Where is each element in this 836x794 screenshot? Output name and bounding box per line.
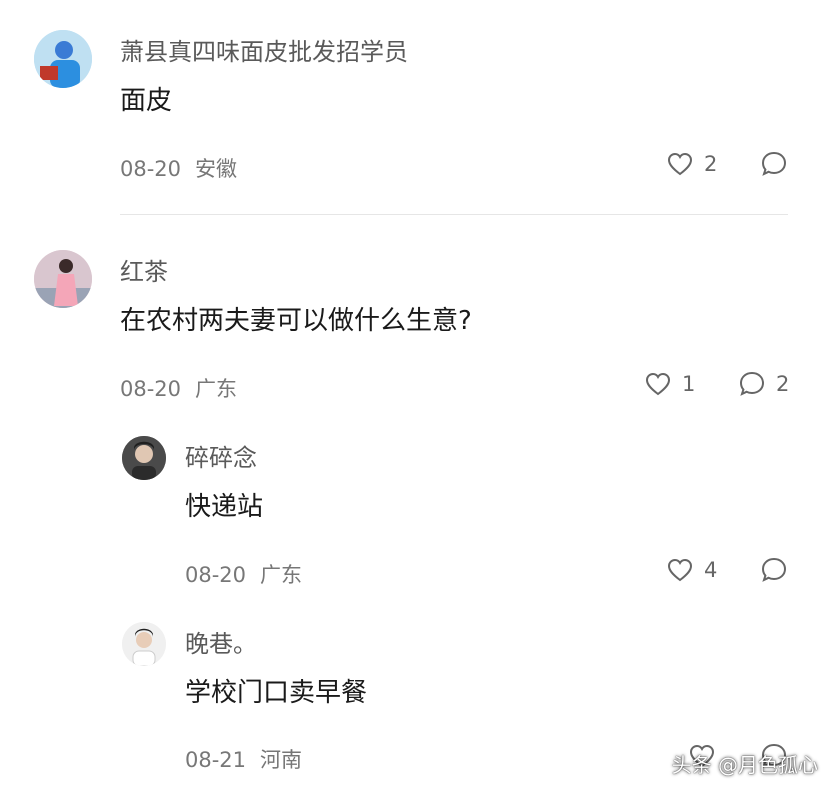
like-button[interactable]: 2: [666, 150, 717, 178]
avatar-person-icon: [34, 30, 92, 88]
avatar[interactable]: [34, 30, 92, 88]
like-count: 4: [704, 558, 718, 582]
comment-meta: 08-20 安徽: [120, 153, 237, 183]
reply-meta: 08-20 广东: [185, 559, 302, 589]
reply-count: 2: [776, 372, 790, 396]
reply-username[interactable]: 晚巷。: [185, 624, 257, 659]
comment-text: 面皮: [120, 86, 173, 116]
like-button[interactable]: 1: [644, 370, 695, 398]
reply-text: 学校门口卖早餐: [185, 678, 368, 708]
speech-bubble-icon: [761, 151, 787, 176]
like-button[interactable]: 4: [666, 556, 717, 584]
heart-outline-icon: [667, 152, 693, 176]
reply-button[interactable]: [760, 150, 798, 178]
avatar-person-icon: [122, 436, 166, 480]
heart-outline-icon: [667, 558, 693, 582]
comment-date: 08-20: [120, 157, 182, 181]
like-count: 1: [682, 372, 696, 396]
speech-bubble-icon: [739, 371, 765, 396]
reply-text: 快递站: [185, 492, 264, 522]
comment-date: 08-20: [120, 377, 182, 401]
comment-location: 广东: [195, 377, 238, 401]
avatar[interactable]: [122, 622, 166, 666]
divider: [120, 214, 788, 215]
reply-button[interactable]: [760, 556, 798, 584]
reply-location: 河南: [260, 748, 303, 772]
heart-outline-icon: [645, 372, 671, 396]
comment-text: 在农村两夫妻可以做什么生意?: [120, 306, 472, 336]
reply-username[interactable]: 碎碎念: [185, 438, 257, 473]
reply-date: 08-20: [185, 563, 247, 587]
avatar[interactable]: [34, 250, 92, 308]
speech-bubble-icon: [761, 557, 787, 582]
comment-username[interactable]: 红茶: [120, 252, 168, 287]
reply-location: 广东: [260, 563, 303, 587]
avatar-person-icon: [122, 622, 166, 666]
comment-meta: 08-20 广东: [120, 373, 237, 403]
comment-location: 安徽: [195, 157, 238, 181]
like-count: 2: [704, 152, 718, 176]
avatar-person-icon: [34, 250, 92, 308]
reply-button[interactable]: 2: [738, 370, 789, 398]
watermark: 头条 @月色孤心: [671, 753, 818, 777]
comment-username[interactable]: 萧县真四味面皮批发招学员: [120, 32, 408, 67]
reply-date: 08-21: [185, 748, 247, 772]
avatar[interactable]: [122, 436, 166, 480]
reply-meta: 08-21 河南: [185, 744, 302, 774]
comment-item: 萧县真四味面皮批发招学员 面皮 08-20 安徽 2: [0, 0, 836, 214]
